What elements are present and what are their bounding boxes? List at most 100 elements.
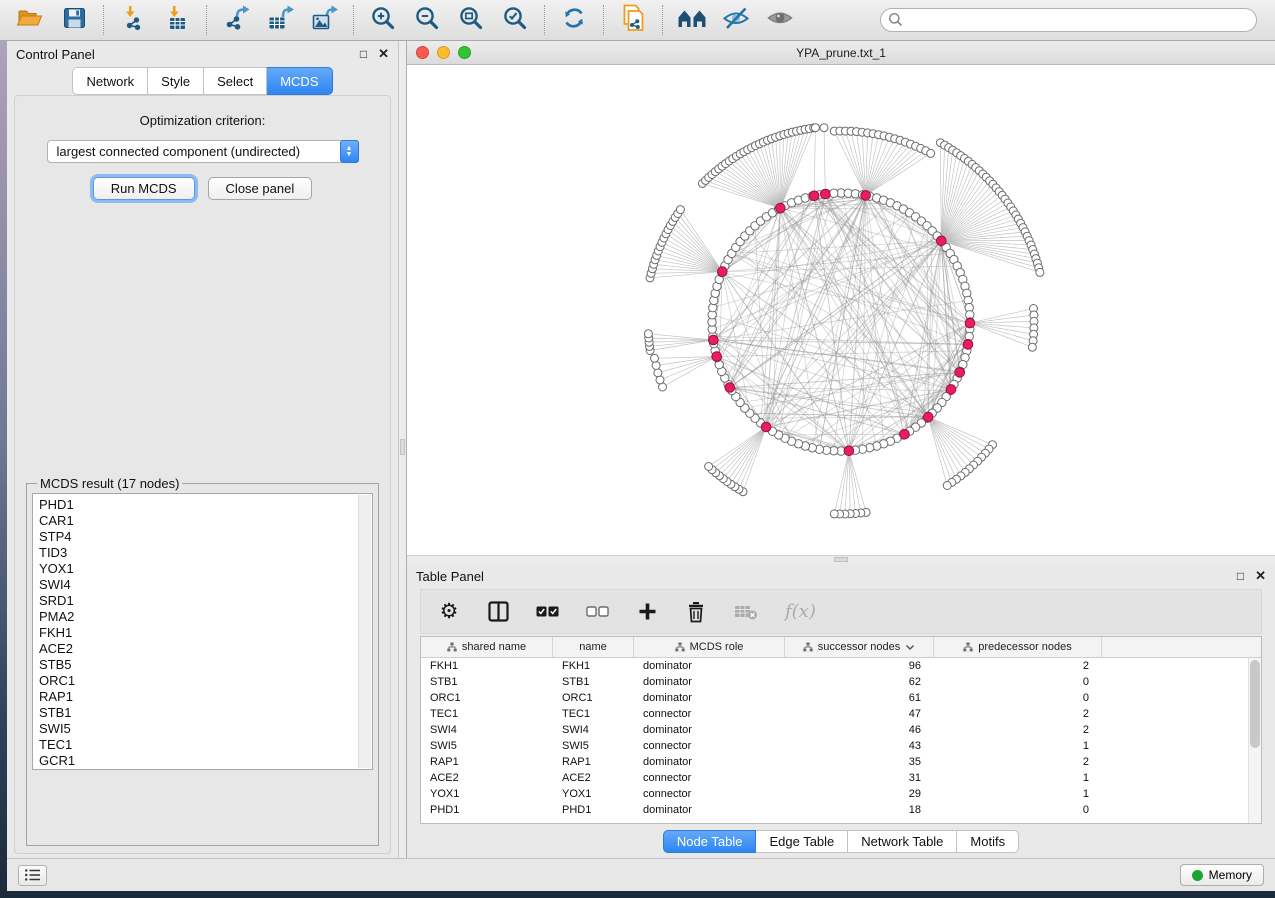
cell-successor-nodes: 61 xyxy=(785,690,934,706)
float-panel-icon[interactable]: □ xyxy=(360,48,367,60)
tab-style[interactable]: Style xyxy=(148,67,204,95)
optimization-select[interactable]: largest connected component (undirected)… xyxy=(47,140,359,163)
table-row[interactable]: RAP1RAP1dominator352 xyxy=(421,754,1261,770)
close-window-icon[interactable] xyxy=(416,46,429,59)
run-mcds-button[interactable]: Run MCDS xyxy=(93,177,195,200)
tab-select[interactable]: Select xyxy=(204,67,267,95)
add-column-button[interactable] xyxy=(636,600,658,624)
apply-layout-button[interactable] xyxy=(552,3,596,37)
zoom-in-button[interactable] xyxy=(361,3,405,37)
mcds-result-list[interactable]: PHD1CAR1STP4TID3YOX1SWI4SRD1PMA2FKH1ACE2… xyxy=(32,493,373,770)
network-graph[interactable] xyxy=(407,65,1275,555)
scrollbar-thumb[interactable] xyxy=(1250,660,1260,748)
function-builder-button: f(x) xyxy=(785,600,816,624)
table-row[interactable]: TEC1TEC1connector472 xyxy=(421,706,1261,722)
cell-successor-nodes: 18 xyxy=(785,802,934,818)
mcds-result-item[interactable]: ACE2 xyxy=(39,641,372,657)
import-table-button[interactable] xyxy=(155,3,199,37)
tab-network-table[interactable]: Network Table xyxy=(848,830,957,853)
vertical-splitter[interactable] xyxy=(398,41,407,858)
cell-shared-name: TEC1 xyxy=(421,706,553,722)
mcds-result-item[interactable]: TID3 xyxy=(39,545,372,561)
horizontal-splitter[interactable] xyxy=(407,555,1275,563)
mcds-result-item[interactable]: RAP1 xyxy=(39,689,372,705)
cell-MCDS-role: dominator xyxy=(634,802,785,818)
cell-predecessor-nodes: 2 xyxy=(934,658,1102,674)
memory-button[interactable]: Memory xyxy=(1180,864,1264,886)
float-panel-icon[interactable]: □ xyxy=(1237,570,1244,582)
zoom-out-button[interactable] xyxy=(405,3,449,37)
close-panel-icon[interactable]: ✕ xyxy=(1255,570,1266,582)
tab-motifs[interactable]: Motifs xyxy=(957,830,1019,853)
column-header-shared-name[interactable]: shared name xyxy=(421,637,553,657)
table-row[interactable]: ORC1ORC1dominator610 xyxy=(421,690,1261,706)
zoom-selected-button[interactable] xyxy=(493,3,537,37)
mcds-result-item[interactable]: ORC1 xyxy=(39,673,372,689)
table-settings-button[interactable]: ⚙ xyxy=(438,600,460,624)
mcds-result-item[interactable]: STP4 xyxy=(39,529,372,545)
tab-edge-table[interactable]: Edge Table xyxy=(756,830,848,853)
mcds-result-item[interactable]: FKH1 xyxy=(39,625,372,641)
mcds-result-item[interactable]: TEC1 xyxy=(39,737,372,753)
table-row[interactable]: ACE2ACE2connector311 xyxy=(421,770,1261,786)
table-row[interactable]: SWI5SWI5connector431 xyxy=(421,738,1261,754)
table-scrollbar[interactable] xyxy=(1248,658,1261,823)
mcds-result-item[interactable]: YOX1 xyxy=(39,561,372,577)
table-row[interactable]: YOX1YOX1connector291 xyxy=(421,786,1261,802)
refresh-icon xyxy=(561,5,587,36)
deselect-all-button[interactable] xyxy=(586,600,609,624)
mcds-result-item[interactable]: CAR1 xyxy=(39,513,372,529)
network-window-titlebar[interactable]: YPA_prune.txt_1 xyxy=(407,41,1275,65)
control-panel: Control Panel □ ✕ NetworkStyleSelectMCDS… xyxy=(7,41,398,858)
table-row[interactable]: SWI4SWI4dominator462 xyxy=(421,722,1261,738)
column-header-predecessor-nodes[interactable]: predecessor nodes xyxy=(934,637,1102,657)
network-canvas[interactable] xyxy=(407,65,1275,555)
cell-shared-name: SWI5 xyxy=(421,738,553,754)
toolbar-separator xyxy=(103,5,104,35)
table-row[interactable]: FKH1FKH1dominator962 xyxy=(421,658,1261,674)
mcds-result-item[interactable]: SWI4 xyxy=(39,577,372,593)
import-table-icon xyxy=(164,5,190,36)
mcds-result-item[interactable]: STB1 xyxy=(39,705,372,721)
column-header-name[interactable]: name xyxy=(553,637,634,657)
mcds-result-item[interactable]: GCR1 xyxy=(39,753,372,769)
export-table-button[interactable] xyxy=(258,3,302,37)
copy-doc-icon xyxy=(620,4,646,37)
show-all-button[interactable] xyxy=(758,3,802,37)
mcds-result-item[interactable]: SRD1 xyxy=(39,593,372,609)
mcds-result-item[interactable]: STB5 xyxy=(39,657,372,673)
mcds-result-item[interactable]: SWI5 xyxy=(39,721,372,737)
open-file-button[interactable] xyxy=(8,3,52,37)
save-session-button[interactable] xyxy=(52,3,96,37)
tab-mcds[interactable]: MCDS xyxy=(267,67,332,95)
minimize-window-icon[interactable] xyxy=(437,46,450,59)
hide-selected-button[interactable] xyxy=(714,3,758,37)
mcds-result-item[interactable]: PMA2 xyxy=(39,609,372,625)
maximize-window-icon[interactable] xyxy=(458,46,471,59)
select-all-button[interactable] xyxy=(536,600,559,624)
mcds-result-item[interactable]: PHD1 xyxy=(39,497,372,513)
table-row[interactable]: PHD1PHD1dominator180 xyxy=(421,802,1261,818)
cell-MCDS-role: dominator xyxy=(634,722,785,738)
new-network-from-selection-button[interactable] xyxy=(611,3,655,37)
tab-node-table[interactable]: Node Table xyxy=(663,830,757,853)
export-network-button[interactable] xyxy=(214,3,258,37)
column-header-MCDS-role[interactable]: MCDS role xyxy=(634,637,785,657)
zoom-fit-button[interactable] xyxy=(449,3,493,37)
tab-network[interactable]: Network xyxy=(72,67,148,95)
delete-column-button[interactable] xyxy=(685,600,707,624)
column-header-successor-nodes[interactable]: successor nodes xyxy=(785,637,934,657)
show-columns-button[interactable] xyxy=(487,600,509,624)
table-row[interactable]: STB1STB1dominator620 xyxy=(421,674,1261,690)
splitter-grip[interactable] xyxy=(400,439,405,455)
close-panel-icon[interactable]: ✕ xyxy=(378,48,389,60)
first-neighbors-button[interactable] xyxy=(670,3,714,37)
export-image-button[interactable] xyxy=(302,3,346,37)
splitter-grip[interactable] xyxy=(834,557,848,562)
cell-shared-name: ORC1 xyxy=(421,690,553,706)
search-input[interactable] xyxy=(880,8,1257,32)
import-network-button[interactable] xyxy=(111,3,155,37)
task-history-button[interactable] xyxy=(18,865,47,886)
mcds-list-scrollbar[interactable] xyxy=(358,495,371,768)
close-panel-button[interactable]: Close panel xyxy=(208,177,313,200)
